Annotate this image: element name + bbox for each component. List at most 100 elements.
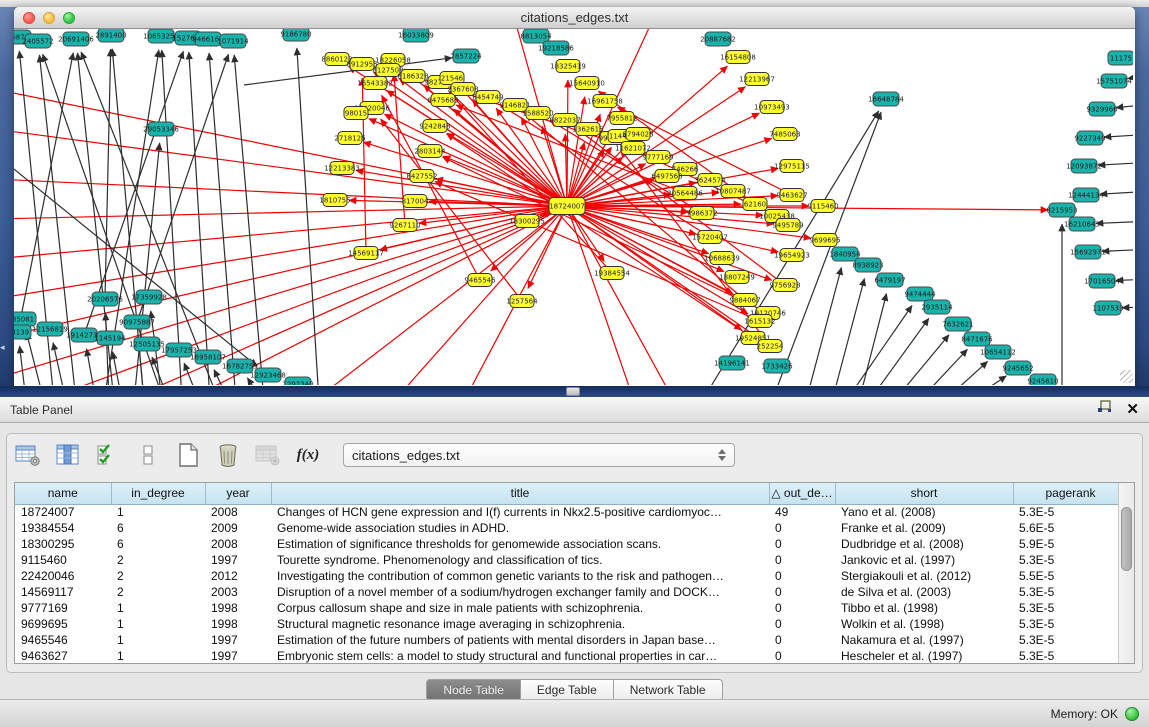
graph-node-teal[interactable]: 20206576 [87, 292, 123, 306]
graph-node-yellow[interactable]: 7955812 [606, 112, 637, 125]
column-header-pagerank[interactable]: pagerank [1013, 483, 1128, 504]
graph-node-yellow[interactable]: 9267110 [389, 219, 420, 232]
network-table-selector[interactable]: citations_edges.txt [343, 443, 735, 467]
graph-node-yellow[interactable]: 6497568 [651, 170, 682, 183]
table-row[interactable]: 911546021997Tourette syndrome. Phenomeno… [15, 552, 1128, 568]
function-builder-icon[interactable]: f(x) [295, 442, 321, 468]
graph-node-teal[interactable]: 1292340 [282, 377, 313, 385]
graph-node-teal[interactable]: 7857224 [450, 49, 482, 63]
graph-node-yellow[interactable]: 9699695 [809, 234, 840, 247]
column-header-in_degree[interactable]: in_degree [111, 483, 205, 504]
graph-node-teal[interactable]: 12505135 [129, 337, 165, 351]
graph-node-teal[interactable]: 9245652 [1002, 361, 1033, 375]
graph-node-teal[interactable]: 12156819 [32, 322, 68, 336]
table-row[interactable]: 946554611997Estimation of the future num… [15, 632, 1128, 648]
graph-node-teal[interactable]: 9474444 [904, 287, 936, 301]
graph-node-teal[interactable]: 9186780 [280, 29, 311, 41]
panel-collapse-arrow[interactable]: ◂ [0, 342, 5, 353]
graph-node-teal[interactable]: 2935114 [921, 300, 953, 314]
show-columns-icon[interactable] [55, 442, 81, 468]
column-header-name[interactable]: name [15, 483, 111, 504]
table-row[interactable]: 2242004622012Investigating the contribut… [15, 568, 1128, 584]
network-canvas[interactable]: 1687024055722069140628914001065325715276… [14, 29, 1135, 385]
table-row[interactable]: 969969511998Structural magnetic resonanc… [15, 616, 1128, 632]
graph-node-teal[interactable]: 16648784 [868, 92, 904, 106]
scrollbar-thumb[interactable] [1121, 507, 1132, 571]
close-window-button[interactable] [23, 12, 35, 24]
graph-node-yellow[interactable]: 10688639 [704, 252, 740, 265]
graph-node-yellow[interactable]: 7485063 [769, 128, 800, 141]
graph-node-yellow[interactable]: 12213383 [324, 162, 360, 175]
graph-node-teal[interactable]: 20887682 [700, 32, 736, 46]
column-header-out_de[interactable]: △ out_de… [769, 483, 835, 504]
graph-node-yellow[interactable]: 9756928 [769, 279, 800, 292]
graph-node-teal[interactable]: 8471676 [961, 332, 993, 346]
graph-node-teal[interactable]: 12444134 [1068, 188, 1104, 202]
graph-node-teal[interactable]: 16958107 [190, 350, 226, 364]
graph-node-yellow[interactable]: 18807249 [719, 271, 755, 284]
tab-edge-table[interactable]: Edge Table [521, 679, 614, 701]
table-row[interactable]: 1456911722003Disruption of a novel membe… [15, 584, 1128, 600]
graph-node-teal[interactable]: 9227349 [1074, 131, 1105, 145]
graph-node-teal[interactable]: 6479197 [874, 273, 905, 287]
window-resize-grip[interactable] [1120, 370, 1133, 383]
graph-node-yellow[interactable]: 98015 [344, 107, 368, 120]
delete-icon[interactable] [215, 442, 241, 468]
graph-node-yellow[interactable]: 62160 [743, 198, 767, 211]
graph-node-yellow[interactable]: 15720407 [692, 231, 728, 244]
graph-node-teal[interactable]: 20691406 [58, 32, 94, 46]
table-row[interactable]: 1872400712008Changes of HCN gene express… [15, 504, 1128, 520]
graph-node-teal[interactable]: 14196141 [714, 356, 750, 370]
graph-node-teal[interactable]: 33139 [14, 325, 31, 339]
graph-node-yellow[interactable]: 3624574 [694, 174, 726, 187]
graph-node-teal[interactable]: 1107533 [1092, 301, 1123, 315]
column-header-year[interactable]: year [205, 483, 271, 504]
graph-node-teal[interactable]: 15692971 [1070, 245, 1106, 259]
graph-node-yellow[interactable]: 9463627 [776, 189, 807, 202]
graph-node-yellow[interactable]: 8427552 [406, 170, 437, 183]
graph-node-teal[interactable]: 12923468 [250, 368, 286, 382]
zoom-window-button[interactable] [63, 12, 75, 24]
tab-node-table[interactable]: Node Table [426, 679, 521, 701]
graph-node-yellow[interactable]: 10973493 [754, 101, 790, 114]
graph-node-yellow[interactable]: 6794028 [622, 128, 653, 141]
graph-node-yellow[interactable]: 2718126 [334, 132, 366, 145]
graph-node-yellow[interactable]: 9242848 [419, 120, 450, 133]
graph-node-yellow[interactable]: 20564486 [667, 187, 703, 200]
graph-node-yellow[interactable]: 14569117 [348, 247, 384, 260]
graph-node-yellow[interactable]: 817004 [402, 195, 429, 208]
graph-node-teal[interactable]: 17359928 [131, 290, 167, 304]
graph-node-teal[interactable]: 1071914 [217, 34, 249, 48]
graph-node-yellow[interactable]: 12975115 [774, 160, 810, 173]
graph-node-yellow[interactable]: 19384554 [594, 267, 630, 280]
graph-node-teal[interactable]: 10654112 [980, 345, 1016, 359]
vertical-scrollbar[interactable] [1118, 483, 1134, 663]
graph-node-yellow[interactable]: 2803144 [414, 145, 446, 158]
window-title-bar[interactable]: citations_edges.txt [14, 7, 1135, 29]
select-all-icon[interactable] [95, 442, 121, 468]
graph-node-yellow[interactable]: 9465546 [464, 274, 496, 287]
graph-node-teal[interactable]: 9329966 [1086, 102, 1118, 116]
graph-node-teal[interactable]: 1145194 [94, 331, 126, 345]
graph-node-yellow[interactable]: 19654923 [774, 249, 810, 262]
graph-node-yellow[interactable]: 8475685 [427, 94, 458, 107]
graph-node-yellow[interactable]: 1810755 [319, 194, 350, 207]
graph-node-yellow[interactable]: 12213967 [739, 73, 775, 86]
graph-node-yellow[interactable]: 9777169 [642, 151, 673, 164]
graph-node-teal[interactable]: 12093872 [1066, 159, 1102, 173]
graph-node-teal[interactable]: 15751074 [1096, 74, 1132, 88]
graph-node-yellow[interactable]: 1257564 [506, 295, 538, 308]
graph-node-teal[interactable]: 19218586 [538, 41, 574, 55]
graph-node-teal[interactable]: 29053346 [143, 122, 179, 136]
graph-node-yellow[interactable]: 9115460 [807, 200, 838, 213]
graph-node-teal[interactable]: 9245610 [1027, 374, 1058, 385]
float-panel-icon[interactable] [1097, 400, 1112, 419]
minimize-window-button[interactable] [43, 12, 55, 24]
table-row[interactable]: 946362711997Embryonic stem cells: a mode… [15, 648, 1128, 664]
graph-node-teal[interactable]: 7632621 [942, 317, 973, 331]
graph-node-teal[interactable]: 8215953 [1046, 203, 1077, 217]
graph-node-teal[interactable]: 2405572 [22, 34, 53, 48]
table-row[interactable]: 977716911998Corpus callosum shape and si… [15, 600, 1128, 616]
table-row[interactable]: 1830029562008Estimation of significance … [15, 536, 1128, 552]
column-header-title[interactable]: title [271, 483, 769, 504]
